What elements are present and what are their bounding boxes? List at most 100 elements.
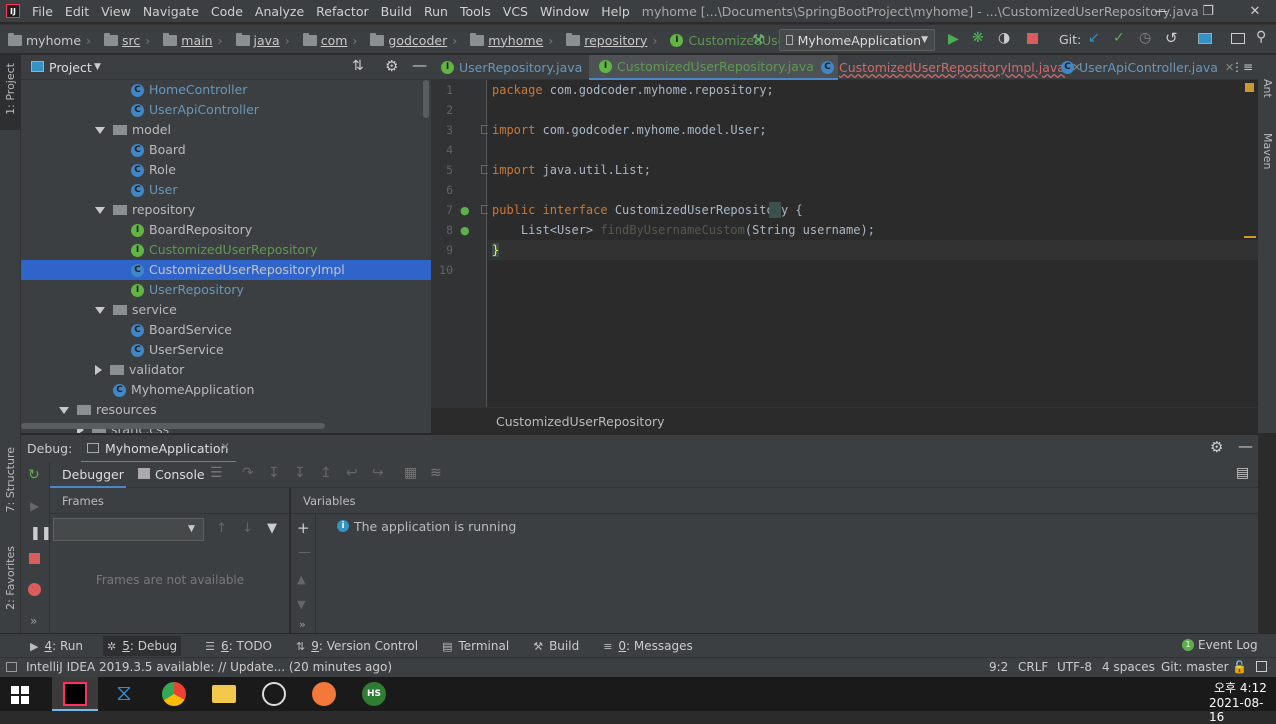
frame-up-icon[interactable]: ↑ [216,521,227,536]
breadcrumb-item[interactable]: com › [302,32,363,48]
maximize-button[interactable]: ❐ [1185,0,1231,22]
chevron-down-icon[interactable] [95,306,105,314]
file-explorer-icon[interactable] [212,685,236,703]
project-tree-item[interactable]: resources [59,400,157,420]
menu-navigate[interactable]: Navigate [137,4,205,19]
structure-tool-button[interactable]: 7: Structure [4,447,17,512]
editor-tab[interactable]: C UserApiController.java ✕ [1051,55,1242,80]
run-config-select[interactable]: MyhomeApplication ▼ [779,29,935,51]
editor-breadcrumb[interactable]: CustomizedUserRepository [496,414,665,429]
favorites-tool-button[interactable]: 2: Favorites [4,546,17,610]
chrome-app-icon[interactable] [162,682,186,706]
filter-icon[interactable]: ▼ [267,521,277,536]
breadcrumb-item[interactable]: myhome › [470,32,558,48]
chevron-right-icon[interactable] [95,365,102,375]
clock-time[interactable]: 오후 4:12 [1214,679,1267,696]
error-stripe-mark[interactable] [1244,236,1256,238]
fold-marker-icon[interactable] [481,165,488,174]
menu-edit[interactable]: Edit [59,4,95,19]
code-editor[interactable]: package com.godcoder.myhome.repository; i… [488,80,1258,407]
project-tree-item[interactable]: repository [95,200,195,220]
git-update-icon[interactable]: ↙ [1088,30,1100,46]
project-tree-item[interactable]: C MyhomeApplication [113,380,254,400]
breadcrumb-item[interactable]: java › [235,32,295,48]
fold-marker-icon[interactable] [481,125,488,134]
intellij-logo-icon[interactable]: IJ [6,4,20,18]
debug-bug-icon[interactable]: ❋ [972,30,984,46]
remove-watch-icon[interactable]: — [298,545,311,560]
code-line[interactable]: package com.godcoder.myhome.repository; [492,80,774,100]
editor-tab[interactable]: ICustomizedUserRepository.java✕ [589,55,839,80]
line-separator[interactable]: CRLF [1018,660,1048,674]
debugger-tab[interactable]: Debugger [62,467,124,482]
rollback-icon[interactable]: ↺ [1165,29,1178,47]
code-line[interactable]: public interface CustomizedUserRepositor… [492,200,803,220]
vertical-scrollbar[interactable] [423,80,429,118]
menu-view[interactable]: View [95,4,137,19]
tab-list-icon[interactable]: ⋮≡ [1231,60,1253,74]
add-watch-icon[interactable]: + [297,519,310,537]
menu-help[interactable]: Help [595,4,636,19]
project-tree-item[interactable]: C UserApiController [131,100,259,120]
step-over-icon[interactable]: ↷ [242,465,254,481]
frame-down-icon[interactable]: ↓ [242,521,253,536]
fold-marker-icon[interactable] [481,205,488,214]
breadcrumb-item[interactable]: myhome › [8,32,96,48]
more-actions-icon[interactable]: » [299,618,306,631]
hide-panel-icon[interactable]: — [1238,437,1253,455]
hide-panel-icon[interactable]: — [412,56,427,74]
project-tree-item[interactable]: C CustomizedUserRepositoryImpl [21,260,431,280]
force-step-into-icon[interactable]: ↧ [294,465,306,481]
project-tree-item[interactable]: service [95,300,177,320]
trace-icon[interactable]: ≋ [430,465,442,481]
project-structure-icon[interactable] [1198,33,1212,44]
horizontal-scrollbar[interactable] [21,423,325,429]
move-up-icon[interactable]: ▲ [297,573,305,586]
project-tree-item[interactable]: validator [95,360,184,380]
collapse-all-icon[interactable]: ⇅ [352,58,364,74]
chevron-down-icon[interactable]: ▼ [94,62,101,72]
lock-icon[interactable]: 🔓 [1232,660,1247,674]
breadcrumb-item[interactable]: repository › [566,32,662,48]
breadcrumb-item[interactable]: src › [104,32,155,48]
menu-file[interactable]: File [26,4,59,19]
close-window-button[interactable]: ✕ [1232,0,1276,22]
editor-tab[interactable]: IUserRepository.java✕ [431,55,607,80]
project-view-label[interactable]: Project [49,60,92,75]
stop-icon[interactable] [1027,33,1038,44]
tool-window-button[interactable]: ✲ 5: Debug [102,636,182,656]
gear-icon[interactable]: ⚙ [1210,438,1223,456]
tool-window-button[interactable]: ⇅ 9: Version Control [296,639,418,653]
project-tree-item[interactable]: I UserRepository [131,280,244,300]
gear-icon[interactable]: ⚙ [385,57,398,75]
project-tree-item[interactable]: I CustomizedUserRepository [131,240,318,260]
menu-tools[interactable]: Tools [454,4,497,19]
build-hammer-icon[interactable]: ⚒ [752,32,765,48]
git-branch[interactable]: Git: master [1161,660,1229,674]
view-breakpoints-icon[interactable] [28,583,41,596]
menu-code[interactable]: Code [205,4,249,19]
breadcrumb-item[interactable]: main › [163,32,227,48]
resume-icon[interactable]: ▶ [30,499,39,513]
history-icon[interactable]: ◷ [1139,30,1151,46]
project-tree-item[interactable]: C HomeController [131,80,247,100]
project-tree-item[interactable]: model [95,120,171,140]
clock-date[interactable]: 2021-08-16 [1209,696,1276,724]
project-tree-item[interactable]: C UserService [131,340,224,360]
terminal-frame-icon[interactable] [1231,33,1245,44]
breadcrumb-item[interactable]: godcoder › [370,32,462,48]
chevron-down-icon[interactable] [95,206,105,214]
minimize-button[interactable]: — [1138,0,1184,22]
layout-icon[interactable]: ▤ [1236,465,1249,481]
code-line[interactable]: List<User> findByUsernameCustom(String u… [492,220,875,240]
chevron-down-icon[interactable] [95,126,105,134]
rerun-icon[interactable]: ↻ [28,467,40,483]
status-message[interactable]: IntelliJ IDEA 2019.3.5 available: // Upd… [26,660,392,674]
evaluate-icon[interactable]: ▦ [404,465,417,481]
project-tree-item[interactable]: C Board [131,140,186,160]
tool-window-button[interactable]: ☰ 6: TODO [205,639,272,653]
postman-app-icon[interactable] [312,682,336,706]
hs-app-icon[interactable]: HS [362,682,386,706]
code-line[interactable]: import com.godcoder.myhome.model.User; [492,120,767,140]
drop-frame-icon[interactable]: ↩ [346,465,358,481]
